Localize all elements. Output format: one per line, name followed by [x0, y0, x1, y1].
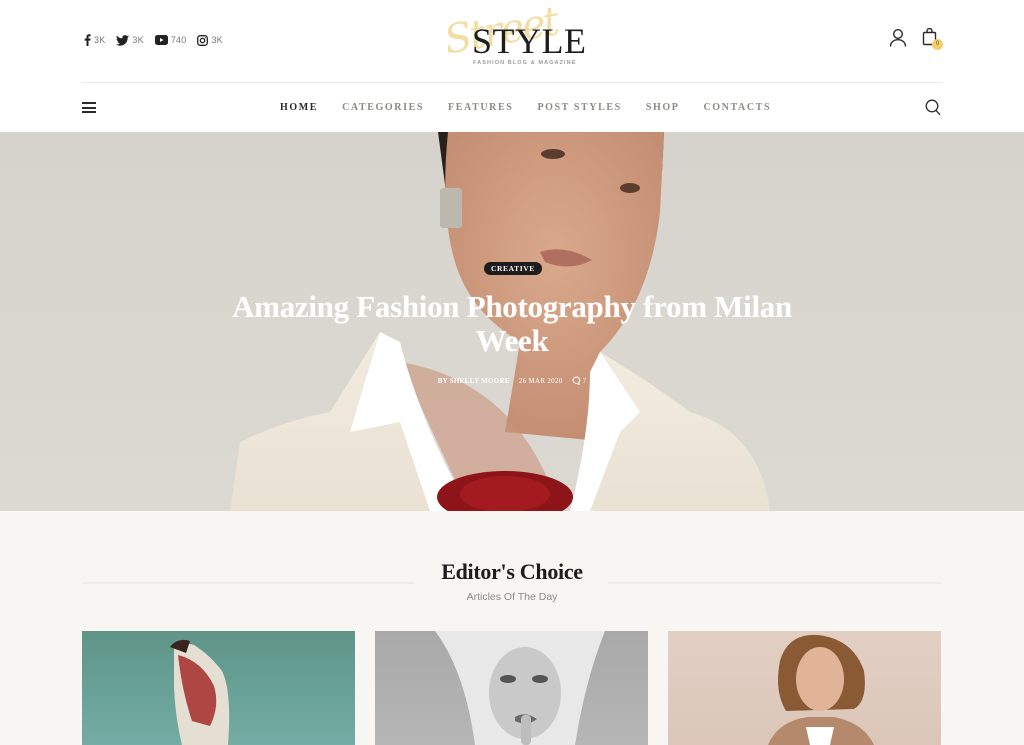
menu-toggle-button[interactable] [82, 102, 96, 113]
article-image [768, 634, 874, 745]
nav-item-home[interactable]: HOME [280, 102, 318, 113]
twitter-icon [116, 34, 130, 46]
category-badge[interactable]: CREATIVE [484, 262, 542, 275]
article-card[interactable] [668, 631, 941, 745]
logo-main-text: STYLE [472, 21, 587, 61]
nav-item-post-styles[interactable]: POST STYLES [537, 102, 621, 113]
social-youtube[interactable]: 740 [154, 34, 187, 46]
article-image [435, 631, 605, 745]
nav-item-contacts[interactable]: CONTACTS [703, 102, 771, 113]
twitter-count: 3K [132, 35, 144, 45]
hero-featured-post[interactable]: CREATIVE Amazing Fashion Photography fro… [0, 132, 1024, 511]
user-icon [889, 28, 907, 47]
youtube-count: 740 [170, 35, 187, 45]
social-counters: 3K 3K 740 3K [84, 34, 223, 46]
nav-item-categories[interactable]: CATEGORIES [342, 102, 424, 113]
article-image [170, 639, 230, 745]
comment-count: 7 [582, 376, 587, 385]
search-button[interactable] [925, 99, 941, 116]
hamburger-icon-line [82, 111, 96, 113]
nav-item-features[interactable]: FEATURES [448, 102, 513, 113]
instagram-count: 3K [211, 35, 223, 45]
facebook-count: 3K [94, 35, 106, 45]
hamburger-icon-line [82, 106, 96, 109]
comment-icon [572, 376, 580, 385]
facebook-icon [84, 34, 91, 46]
section-title: Editor's Choice [441, 559, 583, 584]
site-logo[interactable]: Street STYLE FASHION BLOG & MAGAZINE [440, 0, 590, 72]
nav-item-shop[interactable]: SHOP [646, 102, 680, 113]
post-comments[interactable]: 7 [572, 376, 587, 385]
post-author[interactable]: BY SHELLY MOORE [438, 377, 510, 385]
article-card[interactable] [375, 631, 648, 745]
hamburger-icon-line [82, 102, 96, 104]
social-instagram[interactable]: 3K [197, 34, 223, 46]
logo-tagline: FASHION BLOG & MAGAZINE [473, 60, 577, 66]
youtube-icon [154, 34, 168, 46]
hero-post-title[interactable]: Amazing Fashion Photography from Milan W… [212, 290, 812, 358]
social-twitter[interactable]: 3K [116, 34, 144, 46]
instagram-icon [197, 34, 209, 46]
section-subtitle: Articles Of The Day [466, 591, 558, 603]
cart-count-badge: 0 [932, 39, 943, 50]
article-card[interactable] [82, 631, 355, 745]
post-date: 26 MAR 2020 [518, 376, 563, 385]
cart-button[interactable]: 0 [922, 28, 944, 52]
editors-choice-section: Editor's Choice Articles Of The Day [0, 511, 1024, 745]
main-navigation: HOME CATEGORIES FEATURES POST STYLES SHO… [0, 83, 1024, 132]
account-button[interactable] [889, 28, 907, 48]
site-header: 3K 3K 740 3K Street STYLE FASHION BLOG &… [0, 0, 1024, 83]
nav-menu: HOME CATEGORIES FEATURES POST STYLES SHO… [280, 102, 795, 113]
hero-post-meta: BY SHELLY MOORE 26 MAR 2020 7 [0, 376, 1024, 385]
social-facebook[interactable]: 3K [84, 34, 105, 46]
search-icon [925, 99, 941, 116]
